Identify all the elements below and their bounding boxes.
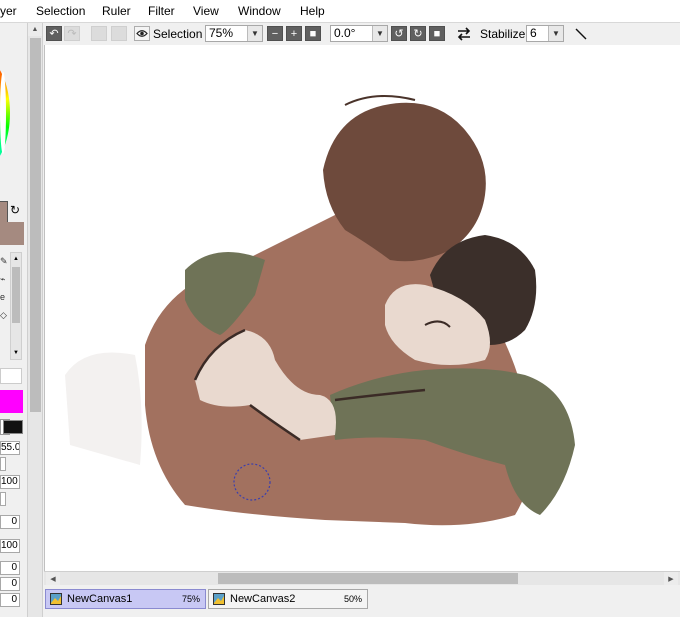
- current-color-swatch: [0, 222, 24, 245]
- invert-selection-icon[interactable]: [111, 26, 127, 41]
- undo-icon[interactable]: ↶: [46, 26, 62, 41]
- zoom-in-icon[interactable]: +: [286, 26, 302, 41]
- stabilizer-label: Stabilizer: [480, 27, 530, 41]
- horizontal-scrollbar[interactable]: ◀ ▶: [44, 571, 680, 585]
- canvas-tab-bar: NewCanvas1 75% NewCanvas2 50%: [44, 585, 680, 617]
- tab-zoom: 75%: [181, 594, 200, 604]
- chevron-down-icon[interactable]: ▼: [247, 26, 262, 41]
- tool-panel: ↻ ✎ ⌁ e ◇ ▲ ▼ 55.0 100 0 100 0 0 0: [0, 23, 27, 617]
- brush-preview: [0, 368, 22, 384]
- artwork: [65, 95, 575, 526]
- dilution-field[interactable]: 100: [0, 539, 20, 553]
- selection-visibility-label: Selection: [153, 27, 203, 41]
- zoom-out-icon[interactable]: −: [267, 26, 283, 41]
- magenta-color-swatch[interactable]: [0, 390, 23, 413]
- density-field[interactable]: 100: [0, 475, 20, 489]
- min-density-field[interactable]: 0: [0, 593, 20, 607]
- rotation-reset-icon[interactable]: ■: [429, 26, 445, 41]
- field-stub[interactable]: [0, 492, 6, 506]
- rotate-right-icon[interactable]: ↻: [410, 26, 426, 41]
- color-wheel[interactable]: [0, 58, 10, 168]
- field-stub[interactable]: [0, 457, 6, 471]
- menu-layer[interactable]: yer: [0, 4, 17, 18]
- menu-ruler[interactable]: Ruler: [102, 4, 131, 18]
- black-mode-icon[interactable]: [3, 420, 23, 434]
- flip-horizontal-icon[interactable]: [456, 27, 472, 41]
- chevron-down-icon[interactable]: ▼: [372, 26, 387, 41]
- drawing-canvas[interactable]: [44, 45, 680, 571]
- rotation-combo[interactable]: 0.0° ▼: [330, 25, 388, 42]
- menu-selection[interactable]: Selection: [36, 4, 85, 18]
- menu-filter[interactable]: Filter: [148, 4, 175, 18]
- stabilizer-value: 6: [530, 26, 537, 40]
- rotate-left-icon[interactable]: ↺: [391, 26, 407, 41]
- vertical-scroll-thumb[interactable]: [30, 38, 41, 412]
- tab-name: NewCanvas1: [67, 593, 133, 605]
- zoom-combo[interactable]: 75% ▼: [205, 25, 263, 42]
- tab-newcanvas2[interactable]: NewCanvas2 50%: [208, 589, 368, 609]
- horizontal-scroll-thumb[interactable]: [218, 573, 518, 584]
- eye-icon[interactable]: [134, 26, 150, 41]
- menu-view[interactable]: View: [193, 4, 219, 18]
- vertical-scrollbar[interactable]: ▲: [27, 23, 43, 617]
- zoom-value: 75%: [209, 26, 234, 40]
- stabilizer-combo[interactable]: 6 ▼: [526, 25, 564, 42]
- menu-bar: yer Selection Ruler Filter View Window H…: [0, 0, 680, 23]
- menu-window[interactable]: Window: [238, 4, 281, 18]
- canvas-thumbnail-icon: [213, 593, 225, 605]
- blending-field[interactable]: 0: [0, 515, 20, 529]
- chevron-down-icon[interactable]: ▼: [548, 26, 563, 41]
- primary-color-swatch[interactable]: [0, 201, 8, 223]
- zoom-reset-icon[interactable]: ■: [305, 26, 321, 41]
- tab-zoom: 50%: [343, 594, 362, 604]
- tool-list[interactable]: ✎ ⌁ e ◇: [0, 252, 10, 352]
- swap-colors-icon[interactable]: ↻: [10, 203, 20, 217]
- menu-help[interactable]: Help: [300, 4, 325, 18]
- view-toolbar: ↶ ↷ Selection 75% ▼ − + ■ 0.0° ▼ ↺ ↻ ■ S…: [44, 23, 680, 46]
- rotation-value: 0.0°: [334, 26, 356, 40]
- persistence-field[interactable]: 0: [0, 561, 20, 575]
- scroll-up-icon[interactable]: ▲: [28, 23, 42, 36]
- scroll-left-icon[interactable]: ◀: [46, 572, 60, 585]
- tool-list-scrollbar[interactable]: ▲ ▼: [10, 252, 22, 360]
- deselect-icon[interactable]: [91, 26, 107, 41]
- redo-icon[interactable]: ↷: [64, 26, 80, 41]
- brush-size-field[interactable]: 55.0: [0, 441, 20, 455]
- cloth-shape: [65, 352, 142, 465]
- scroll-right-icon[interactable]: ▶: [664, 572, 678, 585]
- canvas-thumbnail-icon: [50, 593, 62, 605]
- tab-name: NewCanvas2: [230, 593, 296, 605]
- straight-line-icon[interactable]: [574, 27, 588, 41]
- tab-newcanvas1[interactable]: NewCanvas1 75%: [45, 589, 206, 609]
- min-size-field[interactable]: 0: [0, 577, 20, 591]
